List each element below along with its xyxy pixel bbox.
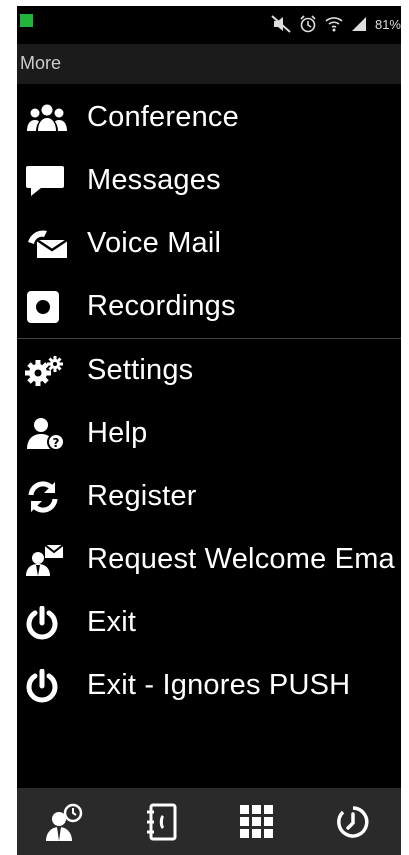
screen-border-right <box>401 0 409 855</box>
conference-icon <box>17 86 87 149</box>
tab-phonebook[interactable] <box>116 788 206 855</box>
menu-item-label: Exit - Ignores PUSH <box>87 669 351 701</box>
settings-icon <box>17 339 87 402</box>
bottom-nav <box>17 788 401 855</box>
recording-icon <box>17 275 87 338</box>
phonebook-icon <box>145 803 177 841</box>
battery-level: 81% <box>374 16 401 32</box>
alarm-icon <box>299 15 317 33</box>
message-icon <box>17 149 87 212</box>
menu-item-label: Messages <box>87 164 221 196</box>
menu-item-label: Recordings <box>87 290 236 322</box>
help-icon: ? <box>17 402 87 465</box>
app-bar: More <box>17 44 401 84</box>
signal-icon <box>351 16 367 32</box>
register-icon <box>17 465 87 528</box>
menu-item-voicemail[interactable]: Voice Mail <box>17 212 401 275</box>
menu-item-label: Register <box>87 480 197 512</box>
menu-item-messages[interactable]: Messages <box>17 149 401 212</box>
menu-item-label: Request Welcome Ema <box>87 543 395 575</box>
page-title: More <box>20 53 62 73</box>
power-icon <box>17 654 87 717</box>
contacts-status-icon <box>45 803 85 841</box>
screen-border-left <box>0 0 17 855</box>
menu-item-label: Settings <box>87 354 194 386</box>
svg-text:?: ? <box>53 436 60 450</box>
status-icons: 81% <box>271 9 401 39</box>
menu-item-settings[interactable]: Settings <box>17 339 401 402</box>
tab-history[interactable] <box>308 788 398 855</box>
history-icon <box>335 804 371 840</box>
menu-item-exit[interactable]: Exit <box>17 591 401 654</box>
menu-item-register[interactable]: Register <box>17 465 401 528</box>
menu-item-label: Help <box>87 417 148 449</box>
menu-item-label: Conference <box>87 101 239 133</box>
wifi-icon <box>325 15 343 33</box>
welcome-email-icon <box>17 528 87 591</box>
status-bar: 81% <box>17 6 401 44</box>
mute-icon <box>271 15 291 33</box>
more-menu: Conference Messages Voice Mail Recording… <box>17 86 401 717</box>
tab-contacts-status[interactable] <box>20 788 110 855</box>
menu-item-help[interactable]: ? Help <box>17 402 401 465</box>
menu-item-label: Voice Mail <box>87 227 222 259</box>
menu-item-exit-ignore-push[interactable]: Exit - Ignores PUSH <box>17 654 401 717</box>
menu-item-label: Exit <box>87 606 137 638</box>
menu-item-recordings[interactable]: Recordings <box>17 275 401 338</box>
voicemail-icon <box>17 212 87 275</box>
dialpad-icon <box>239 804 275 840</box>
tab-dialpad[interactable] <box>212 788 302 855</box>
menu-item-request-welcome-email[interactable]: Request Welcome Ema <box>17 528 401 591</box>
menu-item-conference[interactable]: Conference <box>17 86 401 149</box>
power-icon <box>17 591 87 654</box>
notification-icon <box>20 14 33 27</box>
